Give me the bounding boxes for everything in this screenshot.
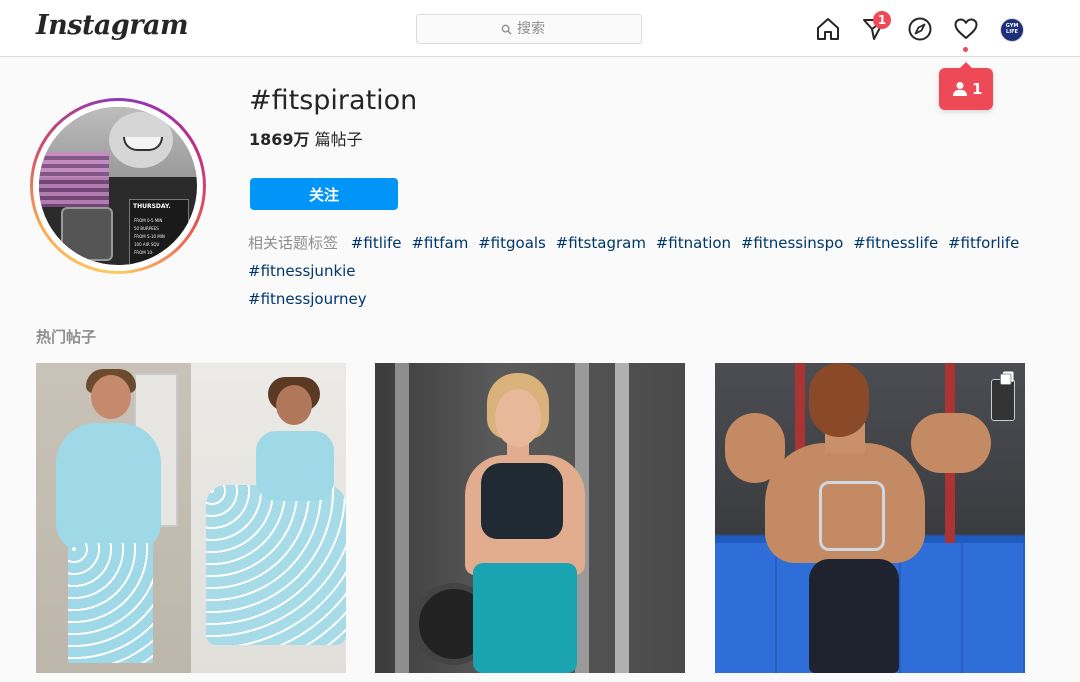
related-tag[interactable]: #fitlife (351, 234, 402, 252)
workout-card: THURSDAY. FROM 0-5 MIN 50 BURPEES FROM 5… (129, 199, 189, 265)
related-tag[interactable]: #fitnessinspo (741, 234, 843, 252)
hashtag-avatar-ring: THURSDAY. FROM 0-5 MIN 50 BURPEES FROM 5… (30, 98, 206, 274)
person-icon (953, 82, 967, 96)
search-input[interactable] (417, 15, 641, 43)
follow-button[interactable]: 关注 (250, 178, 398, 210)
notification-dot (963, 47, 968, 52)
avatar-text: GYM LIFE (1005, 23, 1019, 35)
related-tag[interactable]: #fitfam (411, 234, 468, 252)
direct-badge: 1 (873, 11, 891, 29)
post-thumbnail-1[interactable] (36, 363, 346, 673)
related-hashtags: 相关话题标签 #fitlife #fitfam #fitgoals #fitst… (248, 229, 1078, 313)
activity-count: 1 (972, 80, 983, 98)
related-hashtags-label: 相关话题标签 (248, 234, 339, 252)
post-count: 1869万 篇帖子 (249, 126, 363, 150)
related-tag[interactable]: #fitnessjunkie (248, 262, 356, 280)
top-nav: Instagram 1 GYM LIFE (0, 0, 1080, 57)
heart-icon[interactable] (953, 16, 979, 42)
top-posts-title: 热门帖子 (36, 328, 97, 346)
related-tag[interactable]: #fitgoals (478, 234, 546, 252)
post-count-suffix: 篇帖子 (309, 130, 363, 149)
post-thumbnail-2[interactable] (375, 363, 685, 673)
related-tag[interactable]: #fitforlife (948, 234, 1019, 252)
workout-card-title: THURSDAY. (133, 203, 171, 210)
multi-post-icon (1000, 371, 1014, 385)
post-thumbnail-3[interactable] (715, 363, 1025, 673)
related-tag[interactable]: #fitnesslife (853, 234, 938, 252)
related-tag[interactable]: #fitstagram (556, 234, 646, 252)
related-tag[interactable]: #fitnessjourney (248, 290, 367, 308)
home-icon[interactable] (815, 16, 841, 42)
related-tag[interactable]: #fitnation (656, 234, 731, 252)
hashtag-title: #fitspiration (249, 85, 418, 116)
search-box[interactable] (416, 14, 642, 44)
instagram-logo[interactable]: Instagram (36, 10, 189, 41)
hashtag-avatar: THURSDAY. FROM 0-5 MIN 50 BURPEES FROM 5… (39, 107, 197, 265)
post-count-number: 1869万 (249, 130, 310, 149)
activity-tooltip[interactable]: 1 (939, 62, 993, 110)
explore-icon[interactable] (907, 16, 933, 42)
avatar[interactable]: GYM LIFE (1000, 18, 1024, 42)
